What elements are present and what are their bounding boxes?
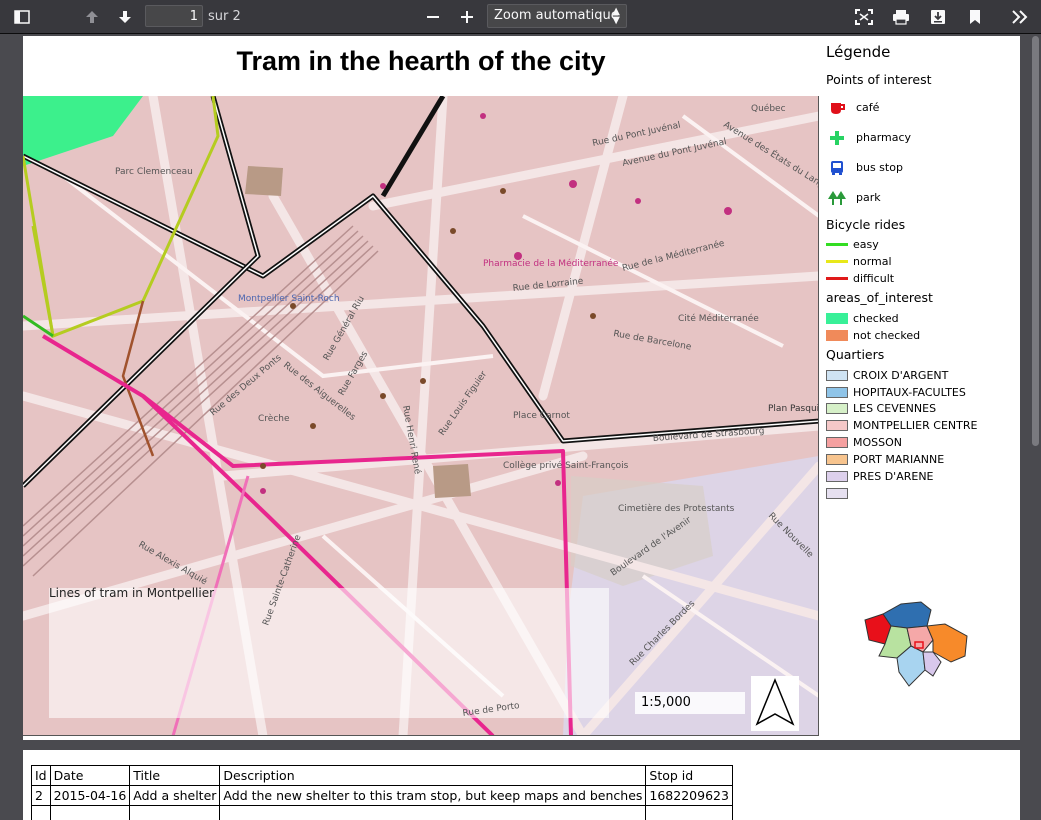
page-count: sur 2 (208, 9, 241, 24)
bus-stop-icon (826, 160, 848, 176)
north-arrow-icon (751, 676, 799, 731)
area-swatch (826, 488, 848, 499)
pdf-page-1: Tram in the hearth of the city (23, 36, 1020, 740)
table-cell: Add the new shelter to this tram stop, b… (220, 786, 646, 806)
map-caption: Lines of tram in Montpellier (49, 586, 214, 600)
area-swatch (826, 387, 848, 398)
table-cell (50, 806, 130, 820)
line-swatch (826, 243, 848, 246)
legend-title: Légende (826, 43, 890, 61)
table-header-cell: Description (220, 766, 646, 786)
line-swatch (826, 260, 848, 263)
layout-title: Tram in the hearth of the city (23, 46, 819, 77)
attribute-table: Id Date Title Description Stop id 2 2015… (31, 765, 733, 820)
table-cell: 2015-04-16 (50, 786, 130, 806)
vertical-scrollbar[interactable] (1031, 36, 1040, 806)
map-canvas: Rue du Pont Juvénal Avenue du Pont Juvén… (23, 96, 819, 736)
legend-group-title: Bicycle rides (826, 217, 905, 232)
area-swatch (826, 403, 848, 414)
overview-map (861, 596, 971, 691)
zoom-select-value: Zoom automatique (494, 8, 619, 23)
table-header-row: Id Date Title Description Stop id (32, 766, 733, 786)
previous-page-icon[interactable] (80, 5, 104, 29)
zoom-in-icon[interactable] (455, 5, 479, 29)
legend-group-title: Points of interest (826, 72, 932, 87)
table-header-cell: Title (130, 766, 220, 786)
print-icon[interactable] (889, 5, 913, 29)
area-swatch (826, 437, 848, 448)
area-swatch (826, 370, 848, 381)
bookmark-icon[interactable] (963, 5, 987, 29)
table-cell (32, 806, 51, 820)
map-label: Cité Méditerranée (678, 313, 759, 324)
table-header-cell: Id (32, 766, 51, 786)
area-swatch (826, 330, 848, 341)
table-cell: Add a shelter (130, 786, 220, 806)
map-label: Québec (751, 103, 786, 114)
line-swatch (826, 277, 848, 280)
table-row: 2 2015-04-16 Add a shelter Add the new s… (32, 786, 733, 806)
table-row (32, 806, 733, 820)
page-number-input[interactable] (145, 5, 203, 27)
legend-group-title: areas_of_interest (826, 290, 933, 305)
download-icon[interactable] (926, 5, 950, 29)
park-icon (826, 190, 848, 206)
zoom-out-icon[interactable] (421, 5, 445, 29)
scale-text: 1:5,000 (635, 692, 745, 714)
scrollbar-thumb[interactable] (1032, 36, 1039, 446)
map-label: Crèche (258, 413, 290, 424)
area-swatch (826, 313, 848, 324)
cafe-icon (826, 100, 848, 116)
map-label: Collège privé Saint-François (503, 460, 629, 471)
pharmacy-icon (826, 130, 848, 146)
map-label: Montpellier Saint-Roch (238, 294, 340, 304)
next-page-icon[interactable] (113, 5, 137, 29)
area-swatch (826, 454, 848, 465)
map-label: Place Carnot (513, 411, 570, 421)
map-label: Pharmacie de la Méditerranée (483, 258, 619, 269)
sidebar-toggle-icon[interactable] (10, 5, 34, 29)
map-frame: Rue du Pont Juvénal Avenue du Pont Juvén… (23, 96, 819, 736)
map-label: Cimetière des Protestants (618, 503, 735, 514)
table-cell: 2 (32, 786, 51, 806)
table-cell: 1682209623 (646, 786, 733, 806)
table-cell (220, 806, 646, 820)
area-swatch (826, 420, 848, 431)
table-cell (646, 806, 733, 820)
tools-menu-icon[interactable] (1008, 5, 1032, 29)
pdf-page-2: Id Date Title Description Stop id 2 2015… (23, 750, 1020, 820)
map-label: Plan Pasquier (768, 404, 819, 414)
select-caret-icon: ▲▼ (612, 7, 620, 25)
legend-group-title: Quartiers (826, 347, 884, 362)
map-label: Parc Clemenceau (115, 167, 193, 177)
pdf-toolbar: sur 2 Zoom automatique ▲▼ (0, 0, 1041, 34)
zoom-select[interactable]: Zoom automatique ▲▼ (487, 4, 627, 28)
presentation-mode-icon[interactable] (852, 5, 876, 29)
table-header-cell: Stop id (646, 766, 733, 786)
area-swatch (826, 471, 848, 482)
table-header-cell: Date (50, 766, 130, 786)
table-cell (130, 806, 220, 820)
